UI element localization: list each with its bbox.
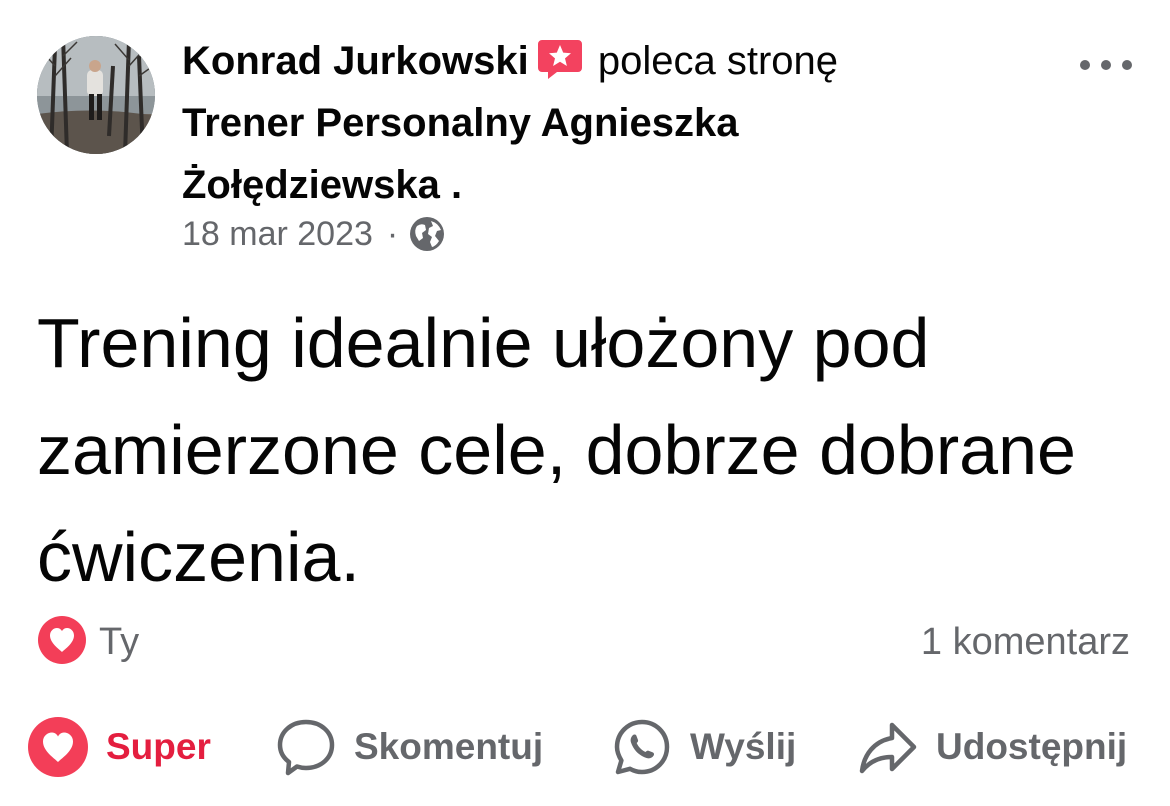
- share-arrow-icon: [858, 717, 918, 777]
- share-button[interactable]: Udostępnij: [858, 712, 1127, 782]
- like-label: Super: [106, 726, 211, 767]
- post-headline: Konrad Jurkowski poleca stronę Trener Pe…: [182, 30, 982, 216]
- author-name[interactable]: Konrad Jurkowski: [182, 39, 529, 83]
- action-text: poleca stronę: [597, 39, 839, 83]
- whatsapp-icon: [612, 717, 672, 777]
- more-options-button[interactable]: [1076, 40, 1136, 90]
- post-body-text: Trening idealnie ułożony pod zamierzone …: [37, 304, 1076, 596]
- avatar[interactable]: [37, 36, 155, 154]
- avatar-photo: [37, 36, 155, 154]
- more-dot: [1101, 60, 1111, 70]
- action-bar: Super Skomentuj Wyślij Udostępnij: [0, 712, 1170, 782]
- meta-separator: ·: [386, 214, 399, 253]
- comment-count[interactable]: 1 komentarz: [921, 612, 1130, 672]
- comment-bubble-icon: [276, 717, 336, 777]
- post-date[interactable]: 18 mar 2023: [182, 215, 373, 254]
- share-label: Udostępnij: [936, 726, 1128, 767]
- more-dot: [1122, 60, 1132, 70]
- more-dot: [1080, 60, 1090, 70]
- send-button[interactable]: Wyślij: [612, 712, 796, 782]
- heart-icon: [28, 717, 88, 777]
- send-label: Wyślij: [690, 726, 797, 767]
- star-speech-bubble-icon: [537, 38, 583, 80]
- like-button[interactable]: Super: [28, 712, 211, 782]
- reaction-by: Ty: [99, 620, 140, 663]
- heart-reaction-icon: [37, 615, 87, 670]
- page-suffix: .: [451, 163, 463, 207]
- comment-button[interactable]: Skomentuj: [276, 712, 543, 782]
- reactions-summary[interactable]: Ty: [37, 612, 139, 672]
- globe-icon: [408, 215, 446, 253]
- comment-label: Skomentuj: [354, 726, 544, 767]
- post-header: Konrad Jurkowski poleca stronę Trener Pe…: [0, 0, 1170, 270]
- post-meta: 18 mar 2023 ·: [182, 210, 446, 258]
